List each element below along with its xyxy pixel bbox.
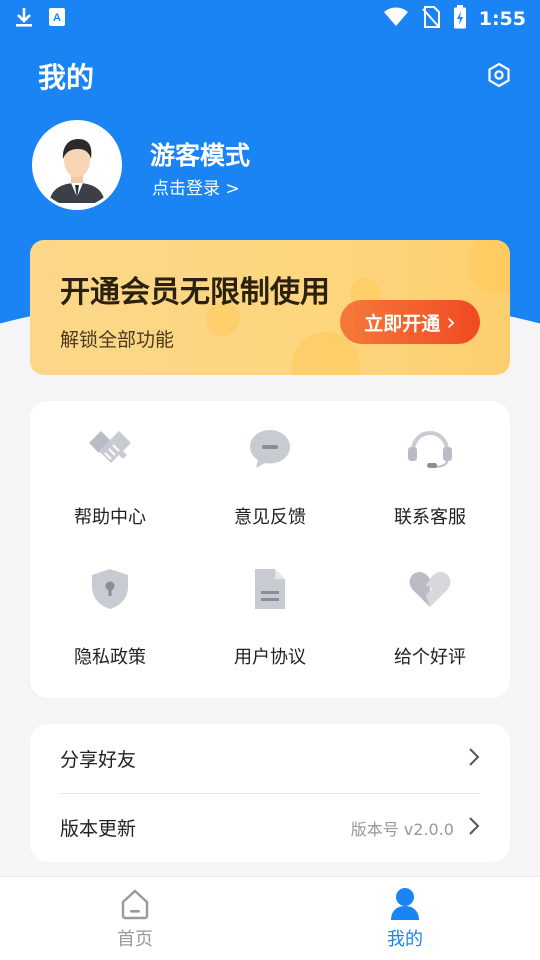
download-icon: [14, 6, 34, 32]
wifi-icon: [383, 7, 409, 31]
vip-subtitle: 解锁全部功能: [60, 329, 175, 351]
version-update-row[interactable]: 版本更新 版本号 v2.0.0: [30, 793, 510, 862]
avatar[interactable]: [32, 120, 122, 210]
grid-item-feedback[interactable]: 意见反馈: [190, 401, 350, 531]
user-icon: [388, 887, 422, 921]
share-friends-row[interactable]: 分享好友: [30, 724, 510, 793]
username: 游客模式: [150, 141, 251, 170]
grid-label: 意见反馈: [234, 507, 306, 528]
open-vip-button[interactable]: 立即开通 ›: [340, 300, 480, 344]
vip-title: 开通会员无限制使用: [60, 275, 330, 310]
grid-item-contact-service[interactable]: 联系客服: [350, 401, 510, 531]
document-icon: [246, 565, 294, 613]
settings-list: 分享好友 版本更新 版本号 v2.0.0: [30, 724, 510, 862]
status-bar: A 1:55: [0, 0, 540, 38]
svg-text:A: A: [53, 12, 61, 24]
tab-mine[interactable]: 我的: [270, 877, 540, 960]
battery-charging-icon: [453, 5, 467, 33]
grid-item-privacy-policy[interactable]: 隐私政策: [30, 541, 190, 671]
share-friends-label: 分享好友: [60, 749, 137, 771]
heart-icon: [406, 565, 454, 613]
grid-label: 隐私政策: [74, 647, 146, 668]
grid-item-help-center[interactable]: 帮助中心: [30, 401, 190, 531]
service-grid: 帮助中心 意见反馈 联系客服 隐私政策 用户协议 给个好评: [30, 401, 510, 698]
chat-bubble-icon: [246, 425, 294, 473]
home-icon: [118, 887, 152, 921]
grid-label: 用户协议: [234, 647, 306, 668]
headset-icon: [406, 425, 454, 473]
grid-item-rate-us[interactable]: 给个好评: [350, 541, 510, 671]
keyboard-icon: A: [48, 7, 66, 31]
page-title: 我的: [38, 61, 95, 94]
grid-label: 联系客服: [394, 507, 466, 528]
grid-item-user-agreement[interactable]: 用户协议: [190, 541, 350, 671]
no-sim-icon: [421, 6, 441, 32]
decor-bubble: [468, 240, 510, 294]
login-link[interactable]: 点击登录 >: [152, 174, 240, 199]
bottom-tab-bar: 首页 我的: [0, 876, 540, 960]
handshake-icon: [86, 425, 134, 473]
chevron-right-icon: [468, 816, 480, 840]
tab-home[interactable]: 首页: [0, 877, 270, 960]
tab-home-label: 首页: [117, 929, 153, 950]
vip-banner[interactable]: 开通会员无限制使用 解锁全部功能 立即开通 ›: [30, 240, 510, 375]
grid-label: 给个好评: [394, 647, 466, 668]
chevron-right-icon: [468, 747, 480, 771]
tab-mine-label: 我的: [387, 929, 423, 950]
status-time: 1:55: [478, 8, 526, 30]
grid-label: 帮助中心: [74, 507, 146, 528]
settings-icon[interactable]: [484, 60, 514, 90]
shield-icon: [86, 565, 134, 613]
chevron-right-icon: ›: [446, 308, 456, 336]
version-number: 版本号 v2.0.0: [350, 819, 454, 839]
version-update-label: 版本更新: [60, 818, 137, 840]
open-vip-label: 立即开通: [364, 312, 441, 335]
